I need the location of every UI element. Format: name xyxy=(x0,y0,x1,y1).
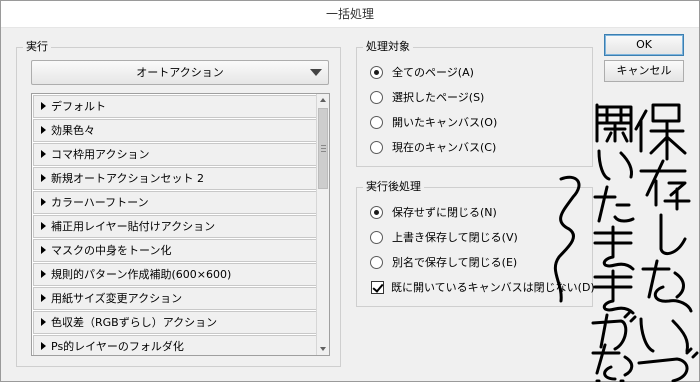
batch-process-dialog: 一括処理 実行 オートアクション デフォルト 効果色々 コマ枠用アクション 新規… xyxy=(0,0,700,382)
handwritten-annotation xyxy=(553,103,699,382)
